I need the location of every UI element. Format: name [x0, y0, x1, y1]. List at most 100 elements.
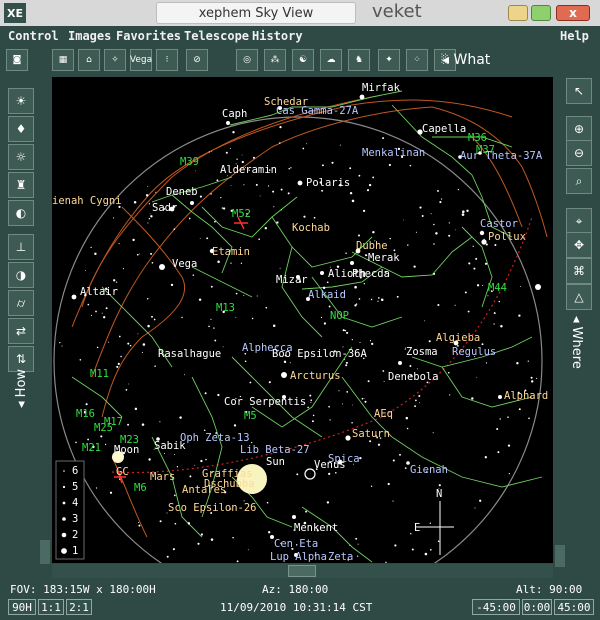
flip-horizontal-icon[interactable]: ⇄	[8, 318, 34, 344]
cylinder-icon[interactable]: ⌭	[8, 290, 34, 316]
aspect-2-1-button[interactable]: 2:1	[66, 599, 92, 615]
sky-object-label[interactable]: Dubhe	[356, 240, 388, 252]
sky-object-label[interactable]: M36	[468, 132, 487, 144]
sky-object-label[interactable]: Merak	[368, 252, 400, 264]
sky-object-label[interactable]: Antares	[182, 484, 226, 496]
close-button[interactable]: x	[556, 5, 590, 21]
minimize-button[interactable]	[508, 5, 528, 21]
sky-object-label[interactable]: Denebola	[388, 371, 439, 383]
sky-object-label[interactable]: Sco Epsilon-26	[168, 502, 257, 514]
sky-object-label[interactable]: M25	[94, 422, 113, 434]
sky-object-label[interactable]: Boo Epsilon-36A	[272, 348, 368, 360]
sky-object-label[interactable]: Moon	[114, 444, 139, 456]
sky-object-label[interactable]: Menkalinan	[362, 147, 425, 159]
sky-object-label[interactable]: Phecda	[352, 268, 390, 280]
ecliptic-icon[interactable]: ⊘	[186, 49, 208, 71]
target-icon[interactable]: ◎	[236, 49, 258, 71]
menu-telescope[interactable]: Telescope	[184, 29, 249, 43]
aspect-1-1-button[interactable]: 1:1	[38, 599, 64, 615]
sky-object-label[interactable]: Cen Eta	[274, 538, 318, 550]
contrast-icon[interactable]: ◐	[8, 200, 34, 226]
alt-0-button[interactable]: 0:00	[522, 599, 552, 615]
sky-object-label[interactable]: Kochab	[292, 222, 330, 234]
sky-object-label[interactable]: Saturn	[352, 428, 390, 440]
sky-object-label[interactable]: Capella	[422, 123, 466, 135]
magnitude-icon[interactable]: ⁝	[156, 49, 178, 71]
right-scroll-thumb[interactable]	[555, 545, 565, 567]
sky-object-label[interactable]: Deneb	[166, 186, 198, 198]
sky-object-label[interactable]: Mizar	[276, 274, 308, 286]
sky-object-label[interactable]: Oph Zeta-13	[180, 432, 250, 444]
sky-object-label[interactable]: AEq	[374, 408, 393, 420]
bookmark-icon[interactable]: ⌘	[566, 258, 592, 284]
menu-favorites[interactable]: Favorites	[116, 29, 181, 43]
sky-object-label[interactable]: Venus	[314, 459, 346, 471]
fov-90h-button[interactable]: 90H	[8, 599, 36, 615]
menu-history[interactable]: History	[252, 29, 303, 43]
galaxy-icon[interactable]: ☯	[292, 49, 314, 71]
moon-phase-icon[interactable]: ◑	[8, 262, 34, 288]
alt-minus45-button[interactable]: -45:00	[472, 599, 520, 615]
measure-icon[interactable]: △	[566, 284, 592, 310]
sky-object-label[interactable]: Lib Beta-27	[240, 444, 310, 456]
cluster-icon[interactable]: ⁂	[264, 49, 286, 71]
sky-object-label[interactable]: Caph	[222, 108, 247, 120]
sky-object-label[interactable]: Pollux	[488, 231, 526, 243]
target-select-icon[interactable]: ⌖	[566, 208, 592, 234]
horizontal-scrollbar[interactable]	[52, 564, 553, 578]
alt-45-button[interactable]: 45:00	[554, 599, 594, 615]
sky-object-label[interactable]: M6	[134, 482, 147, 494]
brightness-icon[interactable]: ☼	[8, 144, 34, 170]
sky-object-label[interactable]: Mars	[150, 471, 175, 483]
sky-object-label[interactable]: Cor Serpentis	[224, 396, 306, 408]
app-icon[interactable]: XE	[4, 3, 26, 23]
where-toggle[interactable]: ◂ Where	[569, 316, 584, 369]
sky-object-label[interactable]: Algieba	[436, 332, 480, 344]
sky-object-label[interactable]: Sun	[266, 456, 285, 468]
sky-object-label[interactable]: Alderamin	[220, 164, 277, 176]
sky-object-label[interactable]: Alkaid	[308, 289, 346, 301]
sky-object-label[interactable]: NOP	[330, 310, 349, 322]
zoom-out-icon[interactable]: ⊖	[566, 140, 592, 166]
sky-object-label[interactable]: Mirfak	[362, 82, 401, 94]
sky-object-label[interactable]: ienah Cygni	[52, 195, 122, 207]
how-toggle[interactable]: ◂ How	[14, 369, 29, 408]
sky-object-label[interactable]: M16	[76, 408, 95, 420]
sky-chart[interactable]: N E 6 5 4 3 2 1 Schedar Mirfak Caph Cas …	[52, 77, 553, 563]
sky-object-label[interactable]: M11	[90, 368, 109, 380]
pan-icon[interactable]: ✥	[566, 232, 592, 258]
sky-object-label[interactable]: Zeta	[328, 551, 353, 563]
names-icon[interactable]: Vega	[130, 49, 152, 71]
find-icon[interactable]: ⌕	[566, 168, 592, 194]
grid-icon[interactable]: ▦	[52, 49, 74, 71]
tower-icon[interactable]: ♜	[8, 172, 34, 198]
left-scroll-thumb[interactable]	[40, 540, 50, 564]
stars-icon[interactable]: ✦	[378, 49, 400, 71]
chess-icon[interactable]: ♞	[348, 49, 370, 71]
menu-images[interactable]: Images	[68, 29, 111, 43]
sky-object-label[interactable]: Altair	[80, 286, 118, 298]
sky-object-label[interactable]: Aur Theta-37A	[460, 150, 543, 162]
sky-object-label[interactable]: Gienah	[410, 464, 448, 476]
sky-object-label[interactable]: Sabik	[154, 440, 186, 452]
axes-icon[interactable]: ⊥	[8, 234, 34, 260]
sky-object-label[interactable]: M44	[488, 282, 507, 294]
sky-object-label[interactable]: Alphard	[504, 390, 548, 402]
sky-object-label[interactable]: M39	[180, 156, 199, 168]
sky-object-label[interactable]: Arcturus	[290, 370, 341, 382]
maximize-button[interactable]	[531, 5, 551, 21]
sky-object-label[interactable]: M52	[232, 208, 251, 220]
pointer-icon[interactable]: ↖	[566, 78, 592, 104]
sky-object-label[interactable]: M21	[82, 442, 101, 454]
sky-object-label[interactable]: Rasalhague	[158, 348, 221, 360]
zoom-in-icon[interactable]: ⊕	[566, 116, 592, 142]
sky-object-label[interactable]: Castor	[480, 218, 518, 230]
sky-object-label[interactable]: Lup Alpha	[270, 551, 327, 563]
bulb-icon[interactable]: ☀	[8, 88, 34, 114]
camera-icon[interactable]: ◙	[6, 49, 28, 71]
sky-object-label[interactable]: M5	[244, 410, 257, 422]
sky-object-label[interactable]: GC	[116, 466, 129, 478]
sky-object-label[interactable]: Cas Gamma-27A	[276, 105, 359, 117]
sky-object-label[interactable]: Menkent	[294, 522, 338, 534]
sky-object-label[interactable]: Zosma	[406, 346, 438, 358]
